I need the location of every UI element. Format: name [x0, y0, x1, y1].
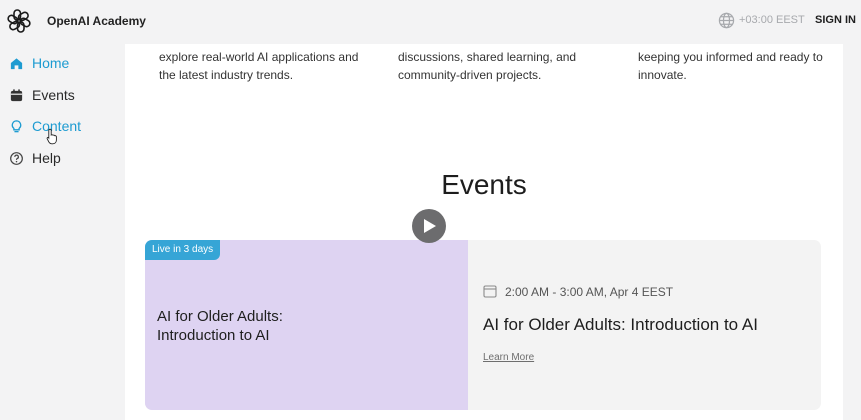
help-icon — [10, 151, 23, 165]
event-thumbnail-title: AI for Older Adults: Introduction to AI — [157, 308, 283, 344]
globe-icon[interactable] — [718, 12, 735, 29]
event-card-thumbnail[interactable]: Live in 3 days AI for Older Adults: Intr… — [145, 240, 468, 410]
openai-logo-icon[interactable] — [6, 8, 32, 34]
sidebar-item-help[interactable]: Help — [9, 148, 61, 168]
sign-in-button[interactable]: SIGN IN — [815, 14, 856, 26]
top-bar: OpenAI Academy +03:00 EEST SIGN IN — [0, 0, 861, 44]
timezone-selector[interactable]: +03:00 EEST — [739, 14, 805, 26]
sidebar-item-home[interactable]: Home — [9, 53, 69, 73]
main-content: explore real-world AI applications and t… — [125, 44, 843, 420]
calendar-icon — [483, 285, 497, 298]
sidebar-item-label: Home — [32, 55, 70, 71]
lightbulb-icon — [11, 119, 22, 132]
learn-more-link[interactable]: Learn More — [483, 352, 534, 363]
home-icon — [10, 57, 23, 69]
events-heading: Events — [441, 169, 527, 200]
calendar-icon — [10, 88, 23, 101]
sidebar-item-events[interactable]: Events — [9, 85, 75, 105]
sidebar-item-label: Help — [32, 150, 61, 166]
event-title[interactable]: AI for Older Adults: Introduction to AI — [483, 315, 758, 335]
intro-text-learn: explore real-world AI applications and t… — [159, 50, 359, 82]
hand-pointer-icon — [46, 128, 57, 145]
page-scrollbar[interactable] — [843, 44, 861, 420]
event-date: 2:00 AM - 3:00 AM, Apr 4 EEST — [505, 285, 674, 299]
intro-text-updates: keeping you informed and ready to innova… — [638, 50, 823, 82]
sidebar-item-label: Events — [32, 87, 75, 103]
play-icon — [424, 219, 436, 233]
intro-text-community: discussions, shared learning, and commun… — [398, 50, 577, 82]
brand-name[interactable]: OpenAI Academy — [47, 14, 146, 28]
event-card[interactable]: Live in 3 days AI for Older Adults: Intr… — [145, 240, 821, 410]
play-video-button[interactable] — [412, 209, 446, 243]
live-badge: Live in 3 days — [145, 240, 221, 260]
